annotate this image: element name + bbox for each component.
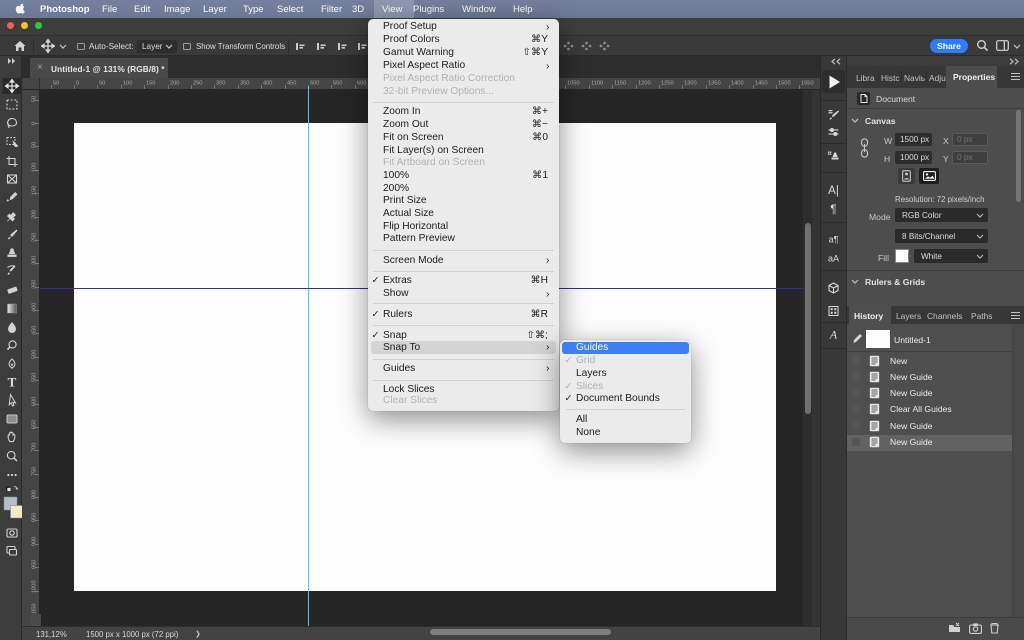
svg-text:a¶: a¶	[829, 235, 839, 245]
svg-text:A|: A|	[828, 185, 839, 197]
svg-text:A: A	[829, 328, 838, 342]
svg-text:¶: ¶	[830, 204, 836, 216]
svg-text:aA: aA	[828, 254, 839, 264]
